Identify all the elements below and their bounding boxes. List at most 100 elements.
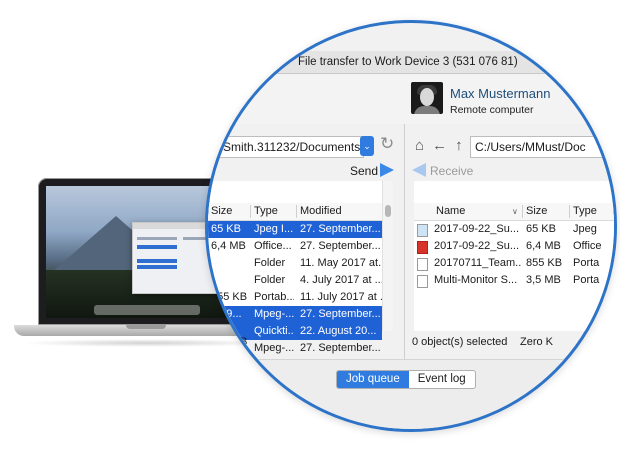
cell-type: Portab... (254, 291, 294, 303)
cell-type: Office (573, 240, 602, 252)
cell-name: 2017-09-22_Su... (434, 240, 520, 252)
window-titlebar: File transfer to Work Device 3 (531 076 … (208, 51, 614, 74)
cell-type: Porta (573, 257, 600, 269)
receive-button-label[interactable]: Receive (430, 164, 473, 178)
cell-modified: 11. July 2017 at ... (300, 291, 382, 303)
table-row[interactable]: 40,9... Mpeg-... 27. September... (208, 306, 382, 323)
scrollbar-thumb[interactable] (385, 205, 391, 217)
table-header: Size Type Modified (208, 203, 382, 221)
table-row[interactable]: 855 KB Portab... 11. July 2017 at ... (208, 289, 382, 306)
back-arrow-icon[interactable]: ← (432, 137, 447, 154)
partner-name: Max Mustermann (450, 86, 551, 101)
local-path-field[interactable]: n.Smith.311232/Documents (210, 136, 364, 158)
refresh-icon[interactable]: ↻ (380, 134, 394, 154)
column-header-modified[interactable]: Modified (300, 203, 342, 220)
remote-status-text: 0 object(s) selected (412, 336, 508, 348)
cell-type: Office... (254, 240, 292, 252)
partner-role: Remote computer (450, 104, 534, 116)
mini-window-column (137, 237, 177, 240)
cell-size: 65 KB (526, 223, 556, 235)
remote-nav-icons: ⌂ ← ↑ (415, 137, 471, 154)
cell-size: 6,4 MB (211, 240, 246, 252)
up-arrow-icon[interactable]: ↑ (455, 137, 463, 154)
table-row[interactable]: 2017-09-22_Su... 65 KB Jpeg (414, 221, 614, 238)
local-table-scrollbar[interactable] (382, 181, 393, 331)
cell-name: 2017-09-22_Su... (434, 223, 520, 235)
cell-size (211, 255, 251, 272)
cell-type: Mpeg-... (254, 308, 294, 320)
tab-job-queue[interactable]: Job queue (337, 371, 409, 388)
local-status-text: B (240, 336, 248, 348)
column-separator[interactable] (296, 205, 297, 218)
receive-arrow-icon[interactable] (412, 163, 426, 177)
mini-window-selection (137, 265, 177, 269)
column-separator[interactable] (250, 205, 251, 218)
column-header-size[interactable]: Size (211, 203, 232, 220)
send-arrow-icon[interactable] (380, 163, 394, 177)
magnifier-circle: File transfer to Work Device 3 (531 076 … (205, 20, 617, 432)
remote-size-status: Zero K (520, 336, 554, 348)
column-header-type[interactable]: Type (573, 203, 597, 220)
mini-window-selection (137, 245, 177, 249)
cell-size: 40,9... (211, 308, 242, 320)
cell-modified: 27. September... (300, 223, 381, 235)
cell-size: 3,5 MB (526, 274, 561, 286)
column-header-type[interactable]: Type (254, 203, 278, 220)
cell-modified: 27. September... (300, 342, 381, 354)
cell-type: Mpeg-... (254, 342, 294, 354)
cell-modified: 27. September... (300, 308, 381, 320)
column-header-name[interactable]: Name (436, 203, 465, 220)
window-title: File transfer to Work Device 3 (531 076 … (298, 56, 518, 68)
table-row[interactable]: Folder 4. July 2017 at ... (208, 272, 382, 289)
cell-type: Jpeg I... (254, 223, 294, 235)
remote-file-table: Name ∨ Size Type 2017-09-22_Su... 65 KB Jp… (414, 181, 614, 331)
queue-tabs: Job queue Event log (336, 370, 476, 389)
cell-type: Porta (573, 274, 600, 286)
avatar-face (420, 88, 434, 106)
table-row[interactable]: Mpeg-... 27. September... (208, 340, 382, 357)
table-row[interactable]: 65 KB Jpeg I... 27. September... (208, 221, 382, 238)
cell-type: Folder (254, 257, 286, 269)
avatar-body (414, 106, 440, 114)
home-icon[interactable]: ⌂ (415, 137, 424, 154)
tab-event-log[interactable]: Event log (409, 371, 475, 388)
local-file-table: Size Type Modified 65 KB Jpeg I... 27. Sep… (208, 181, 393, 354)
table-row[interactable]: 2017-09-22_Su... 6,4 MB Office (414, 238, 614, 255)
dock-bar (94, 305, 200, 315)
cell-type: Folder (254, 274, 286, 286)
sort-chevron-icon[interactable]: ∨ (512, 203, 518, 220)
mini-window-selection (137, 259, 177, 263)
table-row[interactable]: 6,4 MB Office... 27. September... (208, 238, 382, 255)
cell-name: Multi-Monitor S... (434, 274, 518, 286)
cell-name: 20170711_Team... (434, 257, 522, 269)
laptop-notch (126, 325, 166, 329)
cell-size: 65 KB (211, 223, 241, 235)
cell-modified: 11. May 2017 at... (300, 257, 382, 269)
remote-path-field[interactable]: C:/Users/MMust/Doc (470, 136, 614, 158)
table-header: Name ∨ Size Type (414, 203, 614, 221)
table-row[interactable]: 15... Quickti... 22. August 20... (208, 323, 382, 340)
document-file-icon (417, 258, 428, 271)
column-separator[interactable] (522, 205, 523, 218)
path-dropdown-icon[interactable]: ⌄ (360, 136, 374, 156)
send-button-label[interactable]: Send (350, 164, 378, 178)
file-transfer-window: File transfer to Work Device 3 (531 076 … (208, 23, 614, 429)
column-separator[interactable] (569, 205, 570, 218)
table-row[interactable]: 20170711_Team... 855 KB Porta (414, 255, 614, 272)
cell-type: Jpeg (573, 223, 597, 235)
table-row[interactable]: Multi-Monitor S... 3,5 MB Porta (414, 272, 614, 289)
cell-modified: 27. September... (300, 240, 381, 252)
avatar (411, 82, 443, 114)
cell-modified: 22. August 20... (300, 325, 377, 337)
pane-divider[interactable] (404, 124, 405, 374)
cell-size: 855 KB (211, 291, 248, 303)
cell-size (211, 272, 251, 289)
column-header-size[interactable]: Size (526, 203, 547, 220)
document-file-icon (417, 275, 428, 288)
cell-size: 6,4 MB (526, 240, 561, 252)
pdf-file-icon (417, 241, 428, 254)
table-row[interactable]: Folder 11. May 2017 at... (208, 255, 382, 272)
cell-type: Quickti... (254, 325, 294, 337)
partner-header: Max Mustermann Remote computer (208, 74, 614, 124)
image-file-icon (417, 224, 428, 237)
